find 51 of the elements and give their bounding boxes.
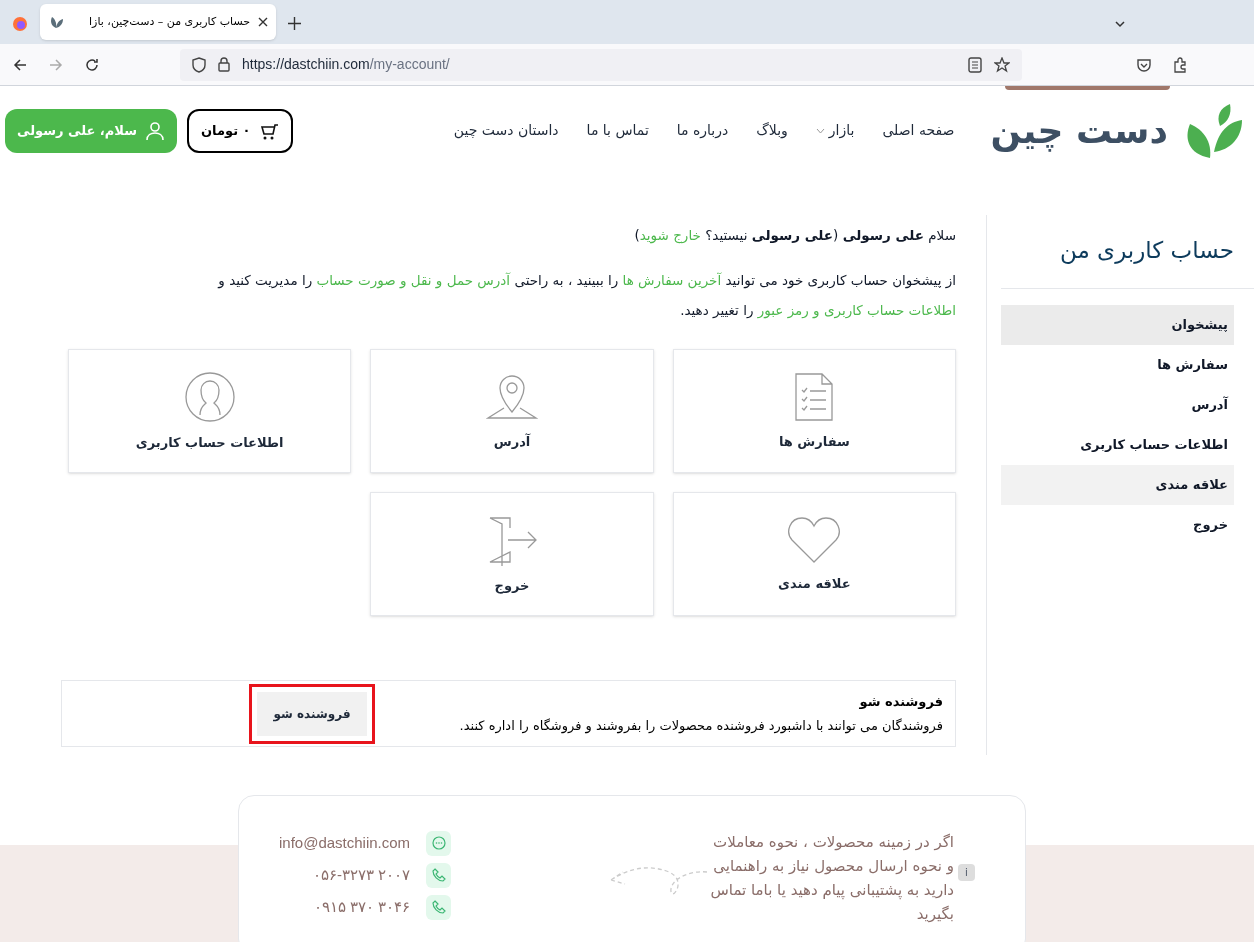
browser-logo-icon[interactable] [12,16,28,32]
star-icon[interactable] [994,56,1010,73]
address-bar[interactable]: https://dastchiin.com/my-account/ [180,48,1022,81]
support-message: اگر در زمینه محصولات ، نحوه معاملات و نحوه ارسال محصول نیاز به راهنمایی دارید به پشتیبانی پیام دهید یا باما تماس بگیرید [709,832,954,925]
sidebar-item[interactable]: پیشخوان [1001,304,1234,345]
phone-number[interactable]: ۰۹۱۵ ۳۷۰ ۳۰۴۶ [313,895,411,919]
welcome-text: سلام علی رسولی ( علی رسولی نیستید؟ خارج شوید) [633,226,956,246]
site-logo[interactable]: دست چین [990,101,1244,160]
info-badge: i [958,864,975,881]
user-icon [144,120,165,141]
chat-icon [431,836,446,850]
leaf-icon [48,14,64,30]
user-circle-icon [183,370,236,423]
dashboard-card[interactable]: سفارش ها [672,349,956,474]
nav-link[interactable]: درباره ما [676,120,729,141]
chevron-down-icon[interactable] [1114,18,1126,30]
page-title: حساب کاربری من [1059,236,1234,266]
nav-link[interactable]: داستان دست چین [453,120,559,141]
tab-title: حساب کاربری من – دست‌چین، بازا [88,13,250,30]
browser-tab[interactable]: حساب کاربری من – دست‌چین، بازا [40,4,276,40]
become-seller-button[interactable]: فروشنده شو [257,691,367,736]
phone-icon [431,900,446,914]
extensions-icon[interactable] [1172,56,1188,73]
dashboard-card[interactable]: خروج [370,492,654,617]
seller-title: فروشنده شو [858,693,943,712]
nav-link[interactable]: بازار [815,120,855,141]
nav-link[interactable]: تماس با ما [586,120,649,141]
pocket-icon[interactable] [1136,56,1152,73]
dashboard-card[interactable]: آدرس [370,349,654,474]
dashboard-card[interactable]: اطلاعات حساب کاربری [68,349,352,474]
nav-link[interactable]: وبلاگ [756,120,788,141]
chevron-down-icon [815,127,825,134]
phone-number[interactable]: ۰۵۶-۳۲۷۳ ۲۰۰۷ [312,863,411,887]
nav-link[interactable]: صفحه اصلی [882,120,955,141]
reader-view-icon[interactable] [968,56,982,73]
reload-icon[interactable] [84,56,100,73]
new-tab-icon[interactable] [288,17,301,30]
seller-description: فروشندگان می توانند با داشبورد فروشنده محصولات را بفروشند و فروشگاه را اداره کنند. [458,716,943,736]
heart-icon [787,515,842,564]
dashboard-card[interactable]: علاقه مندی [672,492,956,617]
document-list-icon [794,371,835,422]
close-icon[interactable] [258,17,268,27]
shield-icon [192,56,206,73]
sidebar-item[interactable]: علاقه مندی [1001,464,1234,505]
phone-icon [431,868,446,882]
back-icon[interactable] [12,56,28,73]
email-address[interactable]: info@dastchiin.com [279,831,411,855]
cart-button[interactable]: ۰ تومان [186,108,293,153]
url-text: https://dastchiin.com/my-account/ [242,55,451,74]
lock-icon [218,57,230,72]
intro-text: از پیشخوان حساب کاربری خود می توانید آخرین سفارش ها را ببینید ، به راحتی آدرس حمل و نقل و صورت حساب را مدیریت کنید و اطلاعات حساب کاربری و رمز عبور را تغییر دهید. [216,271,956,321]
